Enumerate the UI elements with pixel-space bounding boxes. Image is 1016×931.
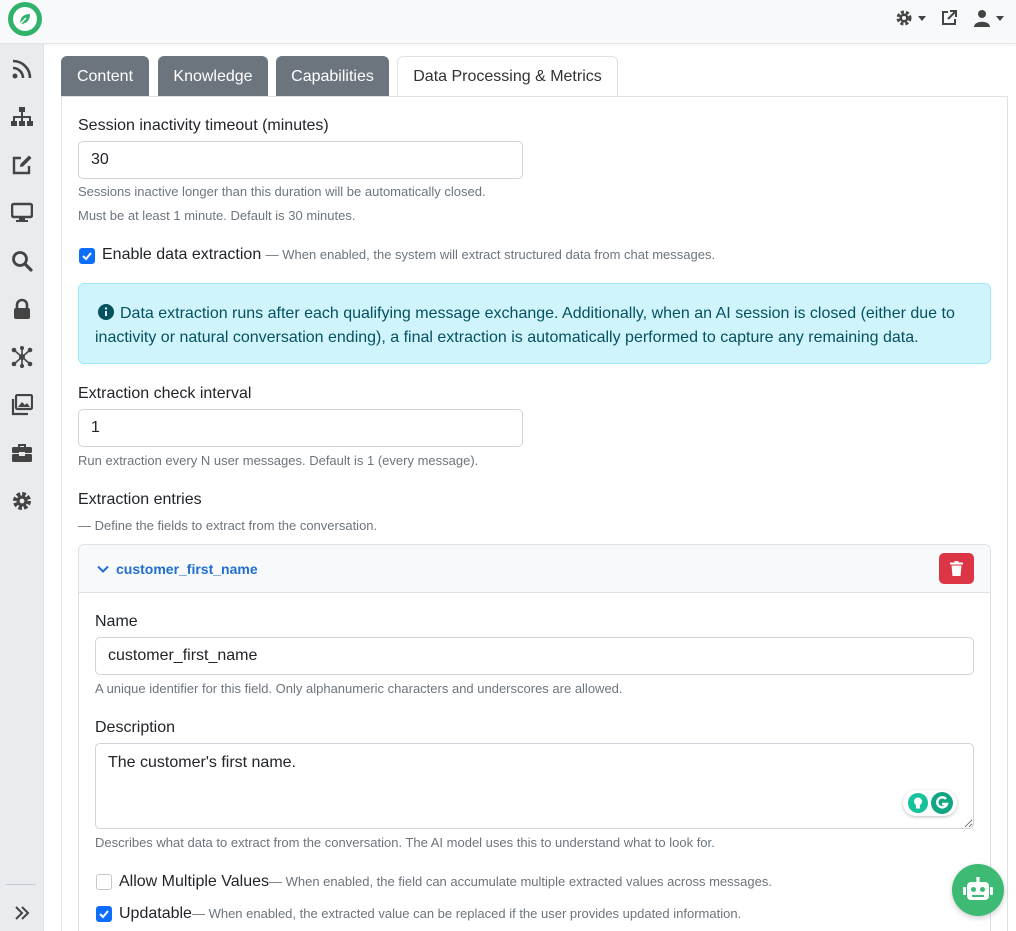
extraction-entries-hint: — Define the fields to extract from the …	[78, 518, 378, 533]
session-timeout-input[interactable]	[78, 141, 523, 179]
leaf-logo-icon[interactable]	[8, 2, 42, 36]
trash-icon	[950, 561, 963, 576]
allow-multiple-label[interactable]: Allow Multiple Values	[119, 873, 269, 890]
updatable-hint: — When enabled, the extracted value can …	[191, 906, 742, 921]
sidebar-item-structure[interactable]	[7, 102, 37, 132]
top-navbar	[0, 0, 1016, 44]
check-icon	[99, 910, 109, 919]
sidebar-item-display[interactable]	[7, 198, 37, 228]
extraction-entry-header: customer_first_name	[79, 545, 990, 593]
sitemap-icon	[11, 107, 33, 126]
lock-icon	[14, 298, 30, 319]
session-timeout-help-2: Must be at least 1 minute. Default is 30…	[78, 208, 356, 223]
delete-entry-button[interactable]	[939, 553, 974, 584]
sidebar-item-feeds[interactable]	[7, 54, 37, 84]
extraction-entry-title: customer_first_name	[116, 561, 258, 577]
enable-data-extraction-hint: — When enabled, the system will extract …	[265, 247, 716, 262]
tab-content[interactable]: Content	[61, 56, 149, 97]
allow-multiple-checkbox[interactable]	[96, 874, 112, 890]
monitor-icon	[11, 202, 33, 222]
user-dropdown[interactable]	[972, 8, 1004, 28]
rss-icon	[12, 59, 32, 79]
entry-description-textarea[interactable]: The customer's first name.	[95, 743, 974, 829]
double-chevron-right-icon	[15, 906, 30, 920]
enable-data-extraction-label[interactable]: Enable data extraction	[102, 246, 261, 263]
grammarly-widget[interactable]	[903, 790, 957, 816]
extraction-entry-toggle[interactable]: customer_first_name	[97, 561, 258, 577]
sidebar-item-network[interactable]	[7, 342, 37, 372]
check-interval-label: Extraction check interval	[78, 385, 252, 402]
updatable-row: Updatable— When enabled, the extracted v…	[119, 905, 741, 923]
entry-name-input[interactable]	[95, 637, 974, 675]
external-link-icon	[942, 10, 957, 25]
extraction-entries-label: Extraction entries	[78, 491, 202, 508]
entry-description-help: Describes what data to extract from the …	[95, 835, 715, 850]
caret-down-icon	[918, 15, 926, 21]
info-circle-icon	[98, 304, 114, 320]
enable-data-extraction-row: Enable data extraction — When enabled, t…	[102, 246, 715, 264]
caret-down-icon	[996, 15, 1004, 21]
sidebar-item-tools[interactable]	[7, 438, 37, 468]
gear-icon	[896, 10, 912, 26]
tab-capabilities[interactable]: Capabilities	[276, 56, 389, 97]
sidebar-item-security[interactable]	[7, 294, 37, 324]
sidebar-item-edit[interactable]	[7, 150, 37, 180]
chevron-down-icon	[97, 565, 109, 573]
entry-name-label: Name	[95, 613, 138, 630]
settings-dropdown[interactable]	[894, 8, 926, 28]
tab-data-processing[interactable]: Data Processing & Metrics	[397, 56, 618, 98]
chatbot-button[interactable]	[952, 864, 1004, 916]
session-timeout-label: Session inactivity timeout (minutes)	[78, 117, 329, 134]
entry-name-help: A unique identifier for this field. Only…	[95, 681, 623, 696]
grammarly-icon	[930, 792, 953, 814]
check-icon	[82, 252, 92, 261]
lightbulb-icon	[907, 793, 928, 813]
info-alert: Data extraction runs after each qualifyi…	[78, 283, 991, 364]
updatable-checkbox[interactable]	[96, 906, 112, 922]
robot-icon	[963, 877, 993, 900]
sidebar-item-settings[interactable]	[7, 486, 37, 516]
search-icon	[12, 251, 33, 272]
edit-icon	[12, 155, 32, 175]
tab-knowledge[interactable]: Knowledge	[158, 56, 268, 97]
allow-multiple-row: Allow Multiple Values— When enabled, the…	[119, 873, 772, 891]
sidebar-divider	[6, 884, 36, 885]
sidebar-item-search[interactable]	[7, 246, 37, 276]
session-timeout-help-1: Sessions inactive longer than this durat…	[78, 184, 486, 199]
sidebar	[0, 44, 44, 931]
external-link-button[interactable]	[940, 9, 958, 27]
gear-icon	[13, 492, 31, 510]
sidebar-expand-button[interactable]	[7, 898, 37, 928]
check-interval-help: Run extraction every N user messages. De…	[78, 453, 479, 468]
allow-multiple-hint: — When enabled, the field can accumulate…	[269, 874, 772, 889]
entry-description-label: Description	[95, 719, 176, 736]
info-alert-text: Data extraction runs after each qualifyi…	[95, 305, 955, 346]
user-icon	[974, 10, 990, 27]
check-interval-input[interactable]	[78, 409, 523, 447]
images-icon	[11, 394, 33, 416]
sidebar-item-media[interactable]	[7, 390, 37, 420]
enable-data-extraction-checkbox[interactable]	[79, 248, 95, 264]
updatable-label[interactable]: Updatable	[119, 905, 192, 922]
network-icon	[11, 346, 33, 368]
toolbox-icon	[12, 444, 32, 462]
